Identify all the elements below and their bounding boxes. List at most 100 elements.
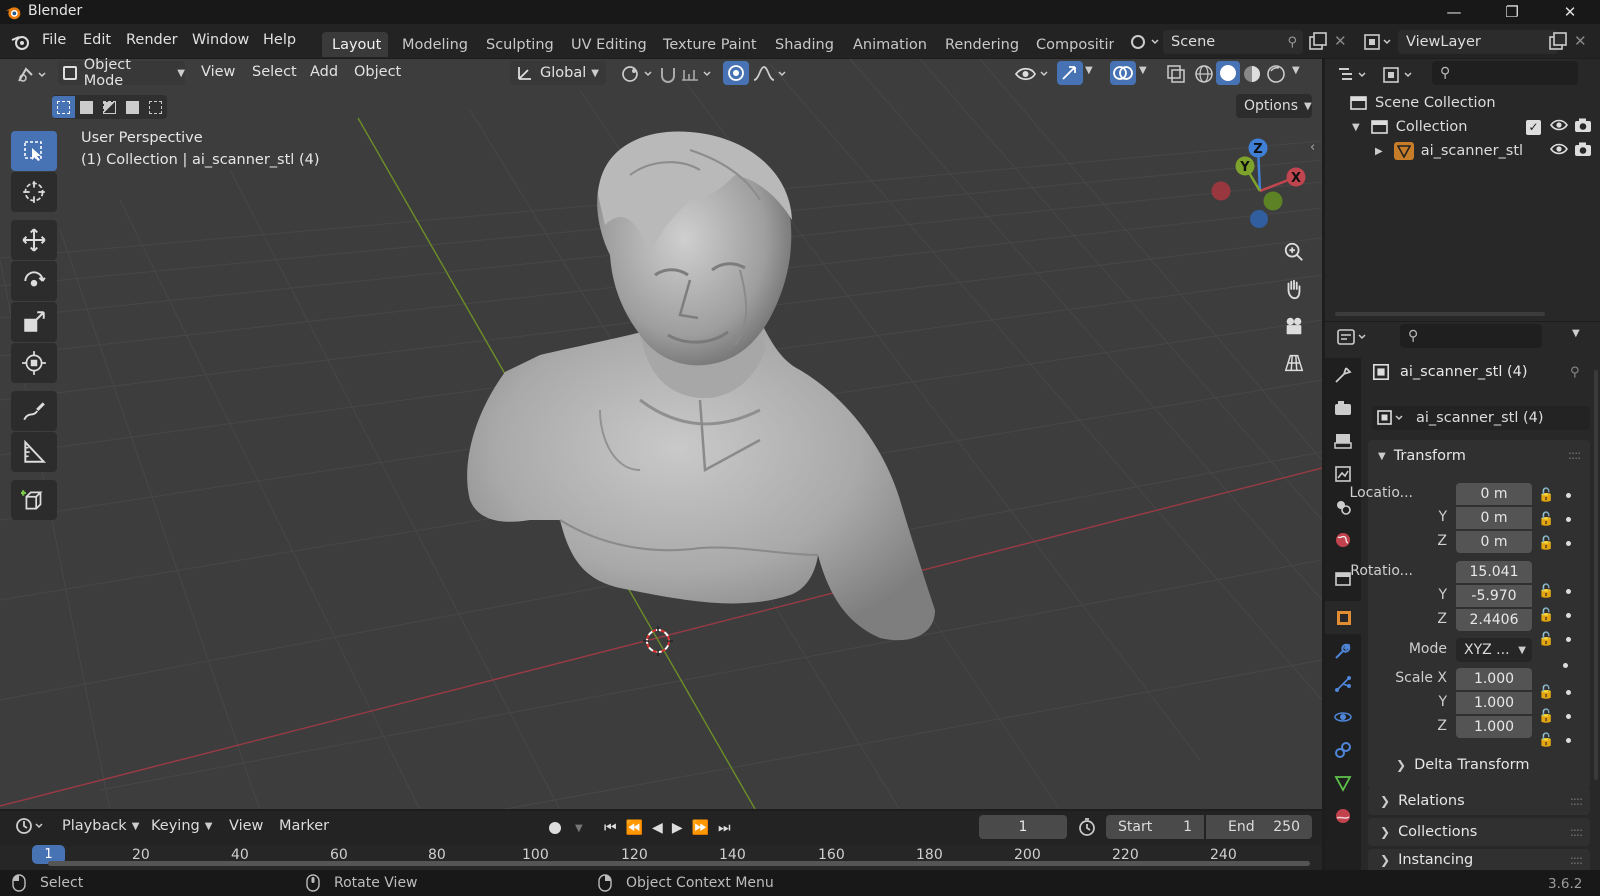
jump-start-icon[interactable]: ⏮ [604, 820, 617, 836]
gizmo-neg-y-handle[interactable] [1263, 191, 1283, 211]
visibility-icon[interactable] [1013, 62, 1053, 86]
mode-dropdown[interactable]: Object Mode ▼ [58, 57, 185, 89]
blender-menu-icon[interactable] [10, 32, 32, 52]
outliner-search-input[interactable]: ⚲ [1432, 61, 1578, 85]
solid-shading-icon[interactable] [1216, 61, 1240, 85]
overlays-icon[interactable] [1110, 61, 1136, 85]
tab-modeling[interactable]: Modeling [392, 32, 478, 57]
timeline-scrollbar[interactable] [48, 861, 1310, 866]
object-datablock-field[interactable]: ai_scanner_stl (4) [1372, 406, 1590, 430]
gizmo-neg-z-handle[interactable] [1250, 210, 1268, 228]
end-frame-field[interactable]: End 250 [1206, 815, 1312, 839]
jump-end-icon[interactable]: ⏭ [718, 820, 731, 836]
location-z-field[interactable]: 0 m [1456, 531, 1532, 553]
render-tab-icon[interactable] [1325, 391, 1361, 424]
collections-panel-header[interactable]: ❯ Collections :::: [1368, 818, 1590, 846]
rotation-z-field[interactable]: 2.4406 [1456, 609, 1532, 631]
modifier-tab-icon[interactable] [1325, 634, 1361, 667]
lock-icon[interactable]: 🔓 [1538, 733, 1554, 748]
outliner-row-scene-collection[interactable]: Scene Collection [1350, 92, 1496, 114]
timeline-menu-marker[interactable]: Marker [279, 818, 329, 834]
menu-window[interactable]: Window [192, 32, 249, 48]
keyframe-dot[interactable] [1563, 663, 1568, 668]
wireframe-shading-icon[interactable] [1192, 62, 1216, 86]
rendered-shading-icon[interactable] [1264, 62, 1288, 86]
chevron-down-icon[interactable]: ▼ [1085, 65, 1093, 76]
delete-viewlayer-icon[interactable]: ✕ [1574, 32, 1587, 50]
select-box-tool[interactable] [11, 131, 57, 171]
exclude-checkbox[interactable]: ✓ [1526, 119, 1541, 135]
gizmo-toggle-icon[interactable] [1057, 61, 1083, 85]
keyframe-dot[interactable] [1566, 713, 1572, 719]
datablock-browse-icon[interactable] [1376, 408, 1408, 428]
viewport-menu-view[interactable]: View [201, 64, 235, 80]
scale-x-field[interactable]: 1.000 [1456, 668, 1532, 690]
keyframe-dot[interactable] [1566, 492, 1572, 498]
outliner-row-object[interactable]: ▶ ai_scanner_stl [1375, 140, 1600, 162]
lock-icon[interactable]: 🔓 [1538, 632, 1554, 647]
xray-icon[interactable] [1164, 62, 1188, 86]
tab-layout[interactable]: Layout [322, 32, 388, 57]
drag-handle-icon[interactable]: :::: [1570, 794, 1583, 808]
navigation-gizmo[interactable]: Z X Y [1211, 138, 1306, 229]
scale-y-field[interactable]: 1.000 [1456, 692, 1532, 714]
play-icon[interactable]: ▶ [672, 820, 683, 836]
drag-handle-icon[interactable]: :::: [1570, 825, 1583, 839]
keyframe-dot[interactable] [1566, 516, 1572, 522]
viewport-menu-select[interactable]: Select [252, 64, 297, 80]
constraints-tab-icon[interactable] [1325, 733, 1361, 766]
rotation-y-field[interactable]: -5.970 [1456, 585, 1532, 607]
viewlayer-field[interactable]: ViewLayer [1398, 30, 1558, 54]
annotate-tool[interactable] [11, 391, 57, 431]
lock-icon[interactable]: 🔓 [1538, 584, 1554, 599]
keyframe-dot[interactable] [1566, 737, 1572, 743]
zoom-icon[interactable] [1279, 237, 1309, 267]
chevron-down-icon[interactable]: ▼ [1292, 65, 1300, 76]
eye-icon[interactable] [1550, 118, 1568, 136]
tab-rendering[interactable]: Rendering [935, 32, 1029, 57]
output-tab-icon[interactable] [1325, 424, 1361, 457]
falloff-icon[interactable] [751, 62, 791, 86]
select-difference-icon[interactable] [121, 96, 144, 118]
delta-transform-header[interactable]: ❯ Delta Transform [1396, 757, 1529, 773]
menu-edit[interactable]: Edit [83, 32, 111, 48]
scene-field[interactable]: Scene ⚲ [1163, 30, 1303, 54]
drag-handle-icon[interactable]: :::: [1568, 448, 1581, 462]
instancing-panel-header[interactable]: ❯ Instancing :::: [1368, 849, 1590, 870]
options-dropdown[interactable]: Options ▼ [1236, 94, 1312, 118]
transform-orientation-dropdown[interactable]: Global ▼ [510, 61, 606, 85]
properties-editor-type-icon[interactable] [1335, 325, 1371, 349]
camera-render-icon[interactable] [1574, 117, 1592, 137]
timeline-menu-view[interactable]: View [229, 818, 263, 834]
tab-texture-paint[interactable]: Texture Paint [653, 32, 767, 57]
viewport-menu-add[interactable]: Add [310, 64, 338, 80]
keyframe-dot[interactable] [1566, 588, 1572, 594]
lock-icon[interactable]: 🔓 [1538, 709, 1554, 724]
tab-animation[interactable]: Animation [843, 32, 937, 57]
select-subtract-icon[interactable] [98, 96, 121, 118]
outliner-editor-type-icon[interactable] [1335, 63, 1371, 87]
scanned-bust-mesh[interactable] [467, 131, 935, 641]
playback-menu[interactable]: Playback ▼ [62, 818, 139, 834]
drag-handle-icon[interactable]: :::: [1570, 853, 1583, 867]
prev-keyframe-icon[interactable]: ⏪ [626, 820, 643, 836]
pivot-point-icon[interactable] [618, 62, 658, 86]
chevron-down-icon[interactable]: ▼ [1139, 65, 1147, 76]
scene-browse-icon[interactable] [1128, 30, 1162, 54]
data-tab-icon[interactable] [1325, 766, 1361, 799]
editor-type-icon[interactable] [14, 63, 50, 87]
eye-icon[interactable] [1550, 142, 1568, 160]
camera-view-icon[interactable] [1279, 311, 1309, 341]
scale-z-field[interactable]: 1.000 [1456, 716, 1532, 738]
material-shading-icon[interactable] [1240, 62, 1264, 86]
outliner-row-collection[interactable]: ▼ Collection ✓ [1352, 116, 1600, 138]
pin-icon[interactable]: ⚲ [1570, 365, 1580, 380]
rotate-tool[interactable] [11, 261, 57, 301]
keyframe-dot[interactable] [1566, 612, 1572, 618]
keyframe-dot[interactable] [1566, 636, 1572, 642]
next-keyframe-icon[interactable]: ⏩ [692, 820, 709, 836]
lock-icon[interactable]: 🔓 [1538, 685, 1554, 700]
keyframe-dot[interactable] [1566, 540, 1572, 546]
scale-tool[interactable] [11, 302, 57, 342]
keyframe-dot[interactable] [1566, 689, 1572, 695]
